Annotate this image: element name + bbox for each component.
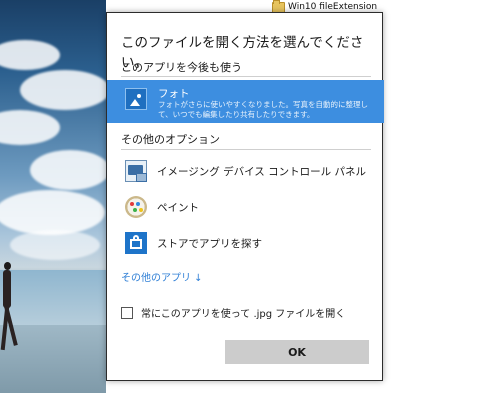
always-use-option[interactable]: 常にこのアプリを使って .jpg ファイルを開く — [121, 305, 345, 320]
desktop-right-area — [382, 0, 500, 393]
more-apps-link[interactable]: その他のアプリ ↓ — [121, 269, 203, 284]
folder-icon — [272, 0, 285, 13]
section-keep-label: このアプリを今後も使う — [121, 61, 242, 74]
paint-palette-icon — [125, 196, 147, 218]
file-name-label: Win10 fileExtension — [288, 2, 378, 12]
open-with-dialog: このファイルを開く方法を選んでください。 このアプリを今後も使う フォト フォト… — [106, 12, 384, 381]
photos-icon — [125, 88, 147, 110]
section-divider — [121, 149, 371, 150]
imaging-devices-icon — [125, 160, 147, 182]
desktop-wallpaper — [0, 0, 106, 393]
runner-silhouette — [0, 262, 18, 357]
app-option-store[interactable]: ストアでアプリを探す — [121, 227, 371, 259]
app-option-label: イメージング デバイス コントロール パネル — [157, 165, 366, 178]
selected-app-photos[interactable]: フォト フォトがさらに使いやすくなりました。写真を自動的に整理して、いつでも編集… — [107, 80, 384, 123]
always-use-checkbox[interactable] — [121, 306, 133, 319]
app-option-paint[interactable]: ペイント — [121, 191, 371, 223]
ok-button[interactable]: OK — [225, 340, 369, 364]
selected-app-description: フォトがさらに使いやすくなりました。写真を自動的に整理して、いつでも編集したり共… — [158, 100, 368, 119]
app-option-imaging[interactable]: イメージング デバイス コントロール パネル — [121, 155, 371, 187]
store-bag-icon — [125, 232, 147, 254]
selected-app-name: フォト — [158, 88, 190, 100]
always-use-label: 常にこのアプリを使って .jpg ファイルを開く — [141, 309, 346, 320]
section-other-label: その他のオプション — [121, 133, 220, 146]
app-option-label: ストアでアプリを探す — [157, 237, 262, 250]
app-option-label: ペイント — [157, 201, 199, 214]
section-divider — [121, 76, 371, 77]
